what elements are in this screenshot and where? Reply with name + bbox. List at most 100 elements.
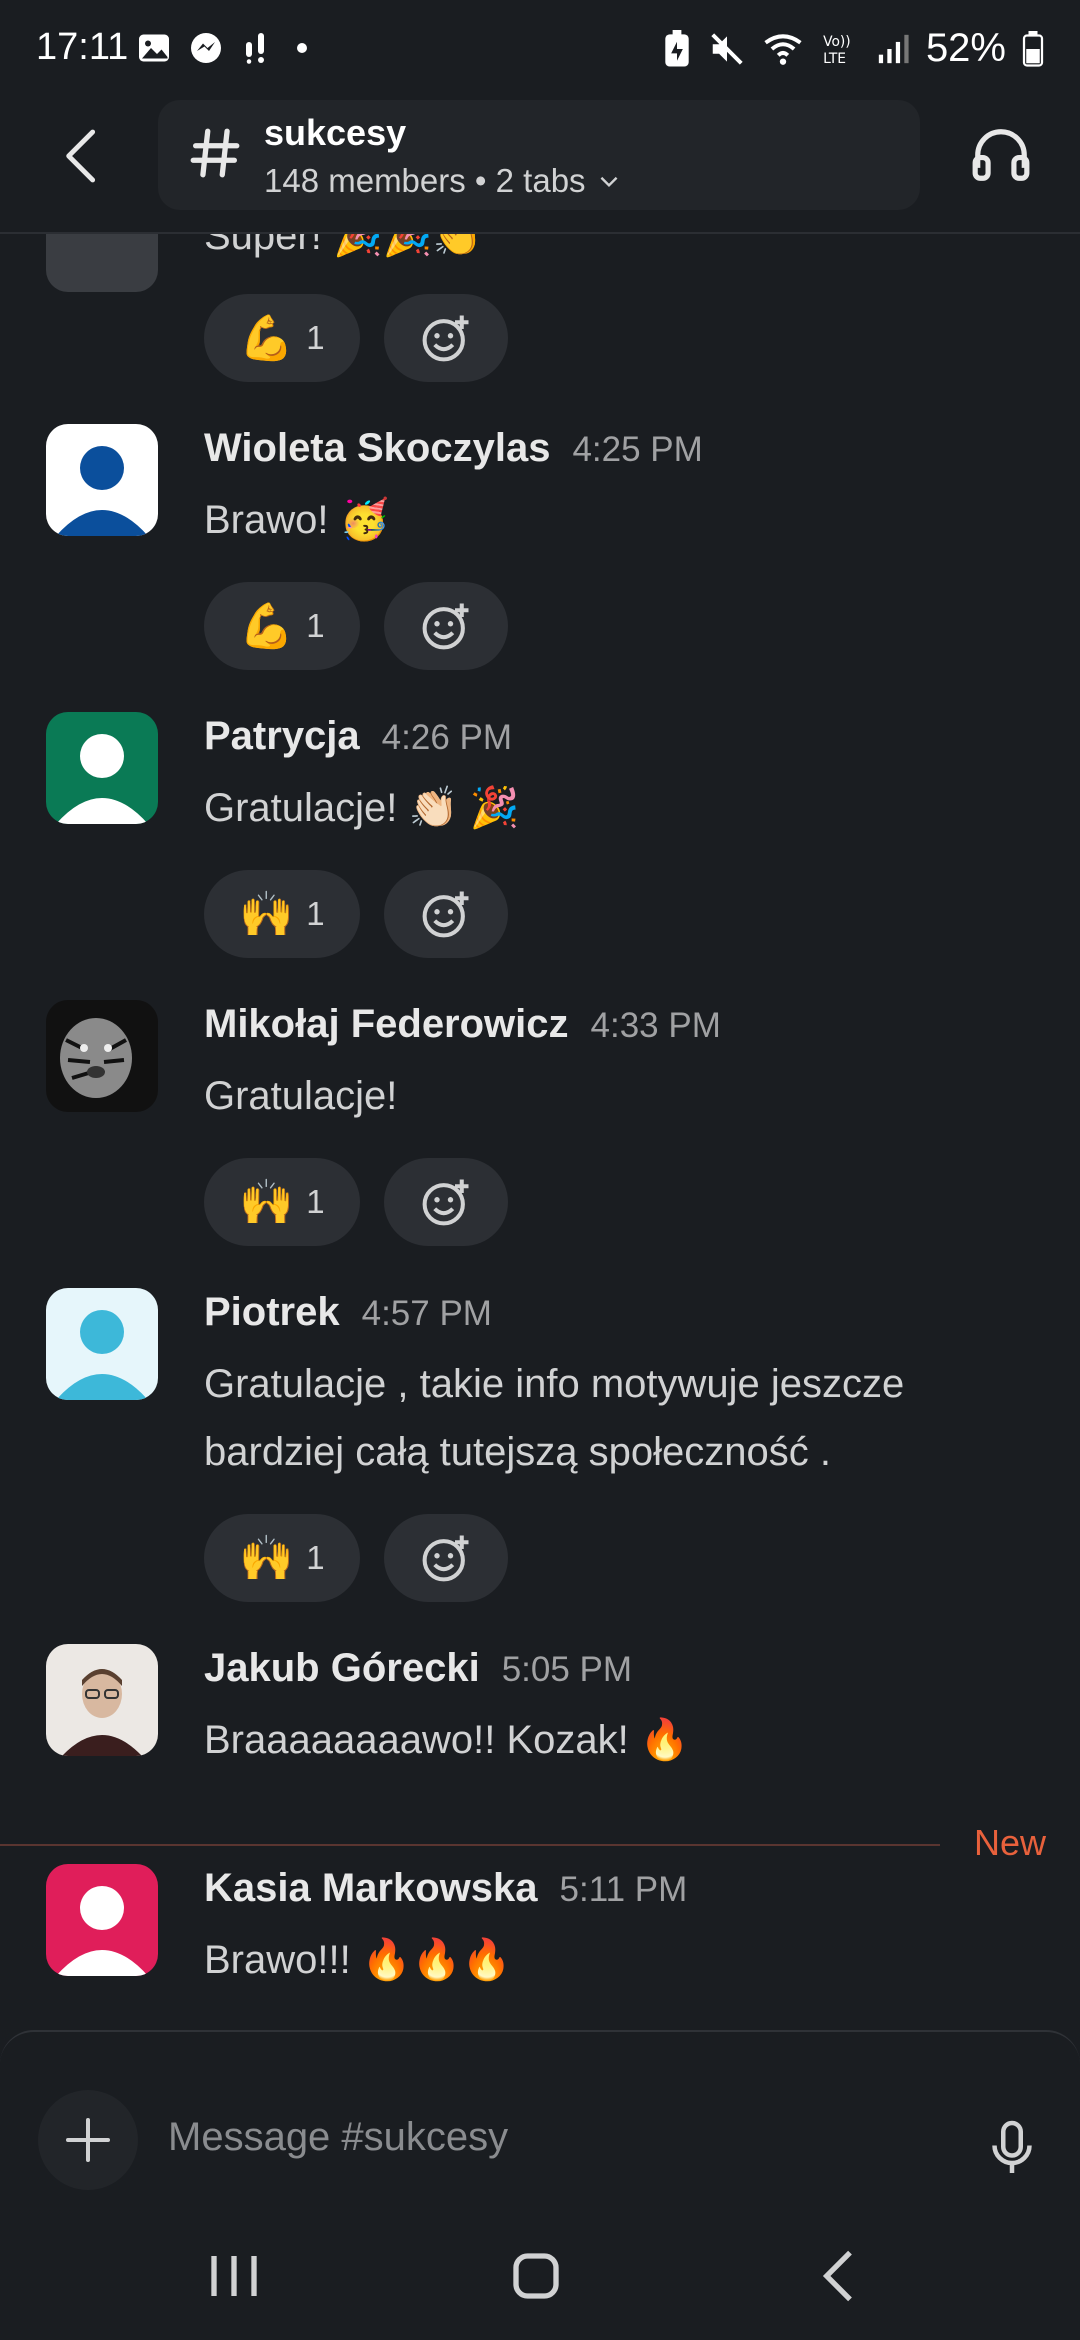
add-reaction-button[interactable]	[384, 870, 508, 958]
reaction-count: 1	[306, 319, 325, 356]
timestamp: 4:33 PM	[590, 1006, 721, 1045]
back-icon[interactable]	[50, 124, 114, 188]
avatar[interactable]	[46, 712, 158, 824]
plus-icon	[66, 2118, 110, 2162]
message-text: Gratulacje , takie info motywuje jeszcze…	[204, 1362, 905, 1474]
avatar[interactable]	[46, 424, 158, 536]
status-time: 17:11	[36, 26, 129, 68]
message-feed[interactable]: Super! 🎉🎉👏 💪 1 Wioleta Skoczylas 4:25 PM…	[0, 234, 1080, 2030]
reaction-pill[interactable]: 🙌 1	[204, 870, 360, 958]
message-input[interactable]	[166, 2114, 950, 2161]
home-icon[interactable]	[496, 2236, 576, 2316]
new-label: New	[973, 1822, 1046, 1863]
messenger-icon	[191, 33, 221, 63]
message-header: Kasia Markowska 5:11 PM	[204, 1866, 687, 1911]
reaction-pill[interactable]: 🙌 1	[204, 1514, 360, 1602]
add-emoji-icon	[422, 1535, 469, 1582]
author-name[interactable]: Piotrek	[204, 1290, 340, 1335]
message-header: Mikołaj Federowicz 4:33 PM	[204, 1002, 721, 1047]
avatar[interactable]	[46, 1000, 158, 1112]
attach-button[interactable]	[38, 2090, 138, 2190]
new-messages-divider: New	[0, 1814, 1080, 1874]
system-nav-bar	[0, 2200, 1080, 2340]
volte-icon: Vo))LTE	[823, 33, 851, 66]
reaction-emoji: 🙌	[239, 890, 295, 939]
signal-icon	[878, 34, 909, 63]
tiger-avatar-icon	[46, 1000, 158, 1112]
channel-info-button[interactable]: sukcesy 148 members • 2 tabs	[158, 100, 920, 210]
reaction-emoji: 🙌	[239, 1534, 295, 1583]
message-composer	[0, 2030, 1080, 2202]
timestamp: 4:57 PM	[361, 1294, 492, 1333]
reactions-row: 🙌 1	[204, 870, 508, 958]
avatar[interactable]	[46, 1864, 158, 1976]
reaction-emoji: 💪	[239, 602, 295, 651]
message-header: Piotrek 4:57 PM	[204, 1290, 492, 1335]
default-avatar-icon	[46, 712, 158, 824]
message-header: Wioleta Skoczylas 4:25 PM	[204, 426, 703, 471]
photo-avatar-icon	[46, 1644, 158, 1756]
author-name[interactable]: Wioleta Skoczylas	[204, 426, 550, 471]
default-avatar-icon	[46, 1864, 158, 1976]
add-reaction-button[interactable]	[384, 1514, 508, 1602]
author-name[interactable]: Patrycja	[204, 714, 360, 759]
reaction-count: 1	[306, 1183, 325, 1220]
default-avatar-icon	[46, 424, 158, 536]
author-name[interactable]: Jakub Górecki	[204, 1646, 480, 1691]
hash-icon	[190, 128, 240, 178]
svg-text:Vo)): Vo))	[823, 33, 851, 49]
notification-icon	[246, 33, 264, 64]
recent-apps-icon[interactable]	[194, 2236, 274, 2316]
avatar[interactable]	[46, 1644, 158, 1756]
message-header: Jakub Górecki 5:05 PM	[204, 1646, 632, 1691]
reactions-row: 💪 1	[204, 294, 508, 382]
add-reaction-button[interactable]	[384, 1158, 508, 1246]
reactions-row: 🙌 1	[204, 1158, 508, 1246]
wifi-icon	[764, 33, 802, 65]
divider-line	[0, 1844, 940, 1846]
battery-percent: 52%	[925, 26, 1006, 70]
add-emoji-icon	[422, 315, 469, 362]
chevron-down-icon	[600, 176, 617, 188]
nav-back-icon[interactable]	[800, 2236, 880, 2316]
reaction-pill[interactable]: 💪 1	[204, 294, 360, 382]
message-text: Super! 🎉🎉👏	[204, 234, 483, 258]
reactions-row: 💪 1	[204, 582, 508, 670]
reaction-pill[interactable]: 💪 1	[204, 582, 360, 670]
timestamp: 5:05 PM	[501, 1650, 633, 1689]
reaction-count: 1	[306, 607, 325, 644]
channel-meta-text: 148 members • 2 tabs	[264, 162, 586, 199]
avatar[interactable]	[46, 234, 158, 292]
status-bar: 17:11 Vo)) LTE 52%	[0, 0, 1080, 100]
channel-name: sukcesy	[264, 112, 407, 153]
headphones-icon[interactable]	[970, 124, 1032, 186]
dot-icon	[297, 43, 307, 53]
microphone-icon[interactable]	[982, 2118, 1042, 2178]
add-reaction-button[interactable]	[384, 294, 508, 382]
timestamp: 4:26 PM	[381, 718, 513, 757]
mute-icon	[711, 32, 743, 65]
author-name[interactable]: Kasia Markowska	[204, 1866, 538, 1911]
default-avatar-icon	[46, 1288, 158, 1400]
svg-text:LTE: LTE	[823, 50, 846, 66]
add-reaction-button[interactable]	[384, 582, 508, 670]
status-icons-left	[136, 30, 312, 66]
status-icons-right: Vo)) LTE 52%	[662, 26, 1044, 71]
author-name[interactable]: Mikołaj Federowicz	[204, 1002, 569, 1047]
message-header: Patrycja 4:26 PM	[204, 714, 512, 759]
add-emoji-icon	[422, 891, 469, 938]
reaction-pill[interactable]: 🙌 1	[204, 1158, 360, 1246]
message-text: Gratulacje!	[204, 1074, 398, 1118]
avatar[interactable]	[46, 1288, 158, 1400]
message-text: Brawo! 🥳	[204, 498, 390, 542]
add-emoji-icon	[422, 1179, 469, 1226]
message-text: Gratulacje! 👏🏻 🎉	[204, 786, 520, 830]
message-text: Braaaaaaaawo!! Kozak! 🔥	[204, 1718, 690, 1762]
reaction-count: 1	[306, 1539, 325, 1576]
reaction-count: 1	[306, 895, 325, 932]
channel-header: sukcesy 148 members • 2 tabs	[0, 100, 1080, 234]
reaction-emoji: 🙌	[239, 1178, 295, 1227]
gallery-icon	[139, 34, 169, 62]
add-emoji-icon	[422, 603, 469, 650]
timestamp: 5:11 PM	[559, 1870, 688, 1909]
